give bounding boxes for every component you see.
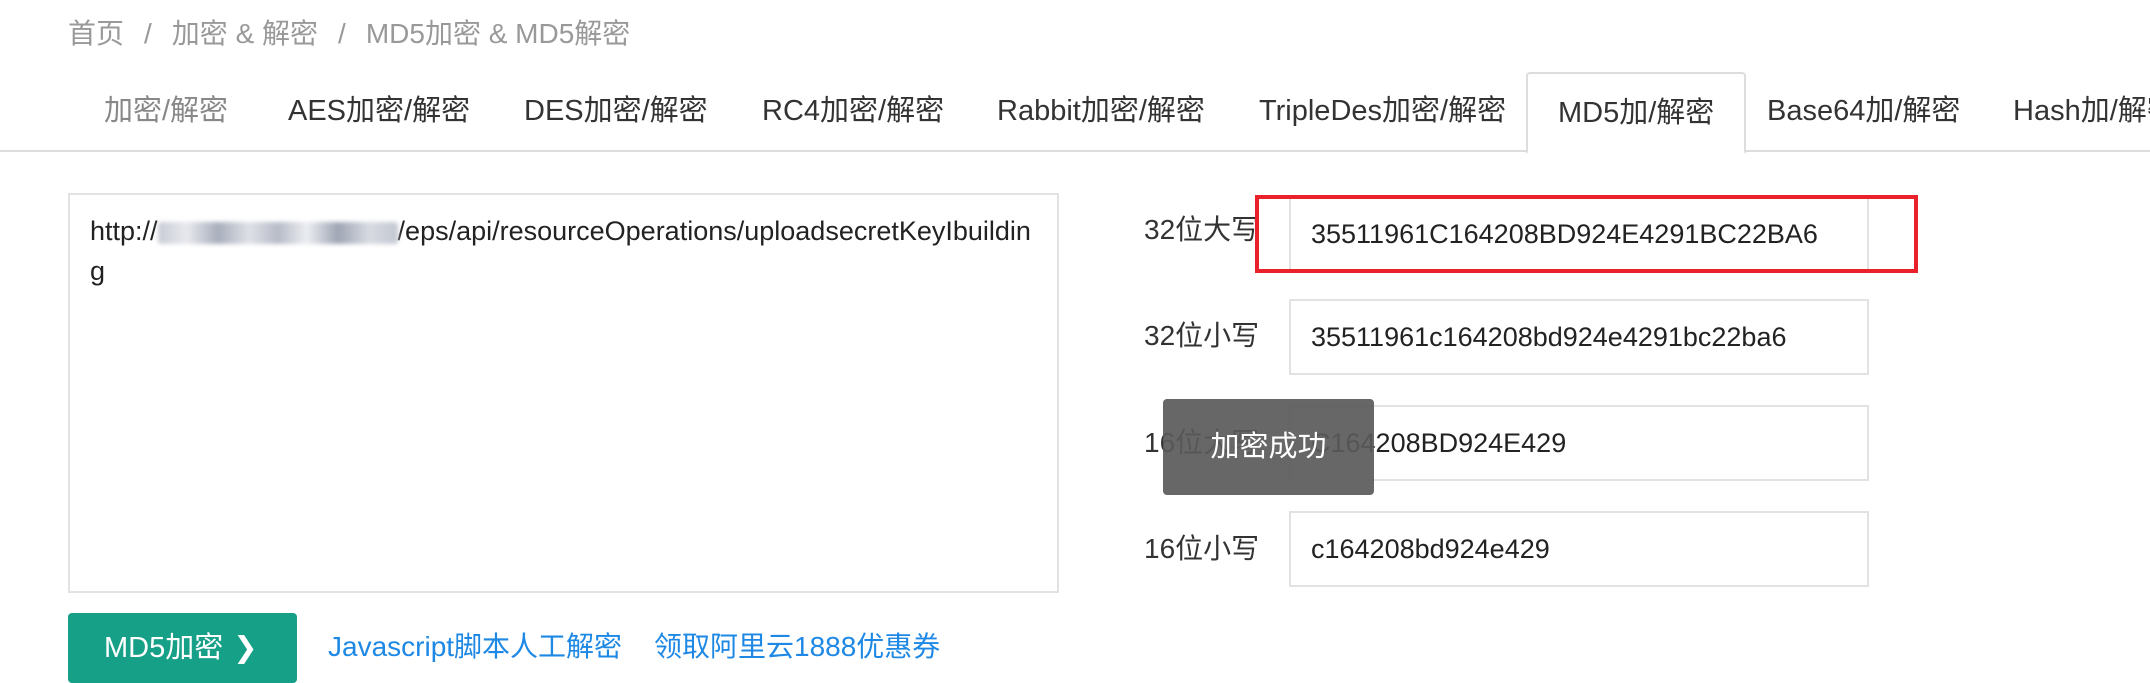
input-url-prefix: http:// — [90, 216, 158, 246]
result-32-lower-field[interactable]: 35511961c164208bd924e4291bc22ba6 — [1289, 299, 1869, 375]
plaintext-input[interactable]: http:///eps/api/resourceOperations/uploa… — [68, 193, 1059, 593]
tab-md5[interactable]: MD5加/解密 — [1526, 72, 1747, 154]
aliyun-coupon-link[interactable]: 领取阿里云1888优惠券 — [654, 627, 940, 667]
label-32-lower: 32位小写 — [1144, 320, 1260, 351]
md5-encrypt-button-label: MD5加密 — [104, 632, 224, 664]
tab-rc4[interactable]: RC4加密/解密 — [732, 72, 974, 152]
tab-rabbit[interactable]: Rabbit加密/解密 — [967, 72, 1235, 152]
breadcrumb-current: MD5加密 & MD5解密 — [365, 18, 631, 49]
javascript-decrypt-link[interactable]: Javascript脚本人工解密 — [328, 627, 622, 667]
label-32-upper: 32位大写 — [1144, 214, 1260, 245]
breadcrumb-separator: / — [144, 18, 152, 49]
tab-aes[interactable]: AES加密/解密 — [258, 72, 500, 152]
breadcrumb-separator: / — [338, 18, 346, 49]
result-16-lower-field[interactable]: c164208bd924e429 — [1289, 511, 1869, 587]
breadcrumb: 首页 / 加密 & 解密 / MD5加密 & MD5解密 — [68, 14, 630, 54]
tab-base64[interactable]: Base64加/解密 — [1737, 72, 1990, 152]
highlight-annotation — [1255, 195, 1918, 273]
tab-tripledes[interactable]: TripleDes加密/解密 — [1229, 72, 1536, 152]
result-16-upper-field[interactable]: C164208BD924E429 — [1289, 405, 1869, 481]
tab-des[interactable]: DES加密/解密 — [494, 72, 738, 152]
toast-message: 加密成功 — [1163, 399, 1374, 495]
tab-bar: 加密/解密 AES加密/解密 DES加密/解密 RC4加密/解密 Rabbit加… — [0, 72, 2150, 154]
tab-hash[interactable]: Hash加/解密 — [1983, 72, 2150, 152]
label-16-lower: 16位小写 — [1144, 533, 1260, 564]
tab-encrypt-decrypt[interactable]: 加密/解密 — [74, 72, 258, 152]
blurred-host — [157, 221, 398, 244]
chevron-right-icon: ❯ — [233, 632, 258, 664]
breadcrumb-home[interactable]: 首页 — [68, 18, 124, 49]
md5-encrypt-button[interactable]: MD5加密 ❯ — [68, 613, 297, 683]
breadcrumb-encrypt-decrypt[interactable]: 加密 & 解密 — [172, 18, 318, 49]
